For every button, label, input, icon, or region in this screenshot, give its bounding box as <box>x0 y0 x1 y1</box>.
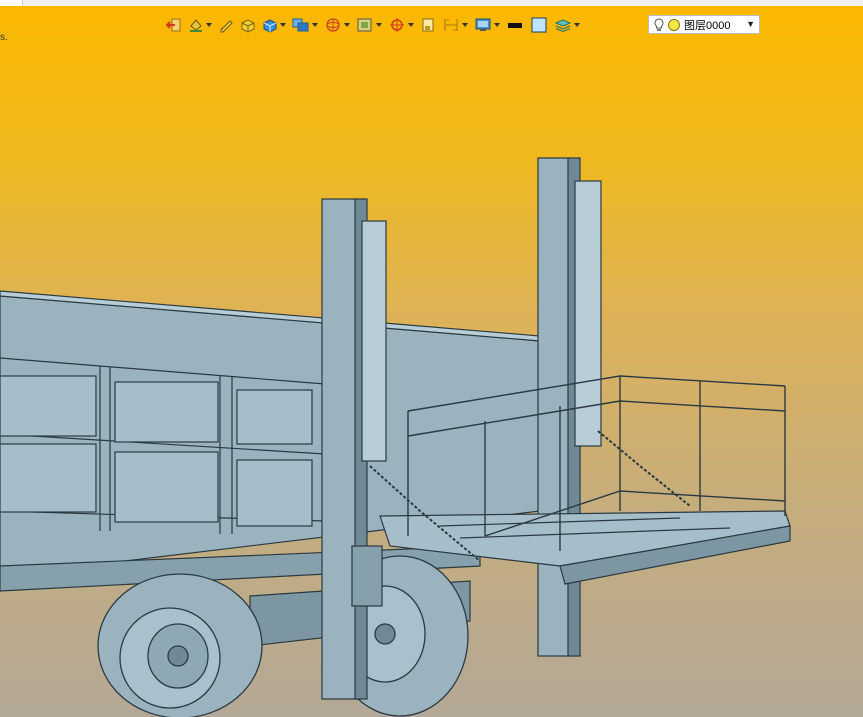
3d-viewport[interactable]: s. 图层0000 ▼ <box>0 6 863 717</box>
truck-model-render <box>0 157 791 717</box>
rear-wheel <box>97 573 263 717</box>
